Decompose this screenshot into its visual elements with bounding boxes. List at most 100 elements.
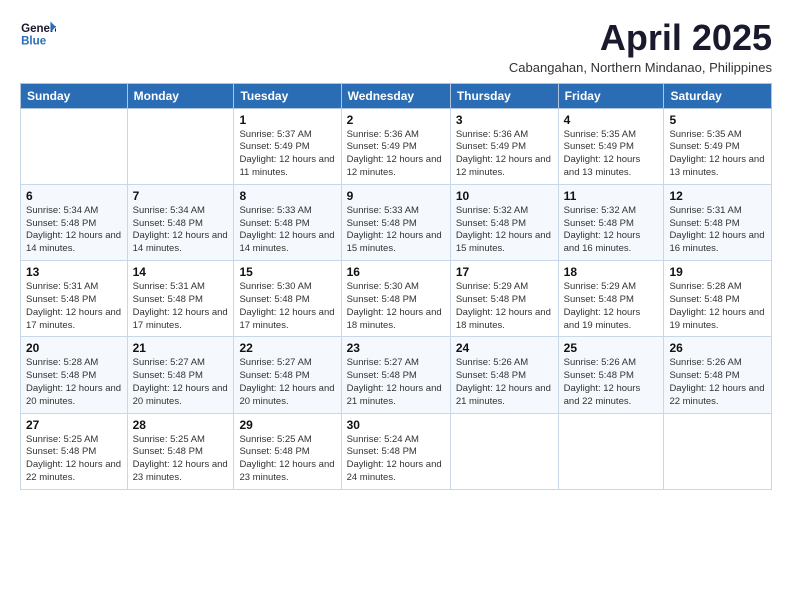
table-row: 25 Sunrise: 5:26 AM Sunset: 5:48 PM Dayli… — [558, 337, 664, 413]
day-number: 10 — [456, 189, 553, 203]
table-row: 8 Sunrise: 5:33 AM Sunset: 5:48 PM Daylig… — [234, 184, 341, 260]
table-row: 23 Sunrise: 5:27 AM Sunset: 5:48 PM Dayli… — [341, 337, 450, 413]
table-row: 30 Sunrise: 5:24 AM Sunset: 5:48 PM Dayli… — [341, 413, 450, 489]
day-number: 24 — [456, 341, 553, 355]
table-row: 16 Sunrise: 5:30 AM Sunset: 5:48 PM Dayli… — [341, 261, 450, 337]
table-row: 4 Sunrise: 5:35 AM Sunset: 5:49 PM Daylig… — [558, 108, 664, 184]
day-number: 8 — [239, 189, 335, 203]
day-info: Sunrise: 5:33 AM Sunset: 5:48 PM Dayligh… — [347, 205, 445, 256]
day-info: Sunrise: 5:27 AM Sunset: 5:48 PM Dayligh… — [239, 357, 335, 408]
day-info: Sunrise: 5:33 AM Sunset: 5:48 PM Dayligh… — [239, 205, 335, 256]
table-row: 29Sunrise: 5:25 AM Sunset: 5:48 PM Dayli… — [234, 413, 341, 489]
day-number: 3 — [456, 113, 553, 127]
day-info: Sunrise: 5:30 AM Sunset: 5:48 PM Dayligh… — [347, 281, 445, 332]
day-number: 19 — [669, 265, 766, 279]
day-number: 29 — [239, 418, 335, 432]
table-row: 7 Sunrise: 5:34 AM Sunset: 5:48 PM Daylig… — [127, 184, 234, 260]
day-number: 16 — [347, 265, 445, 279]
weekday-header-row: Sunday Monday Tuesday Wednesday Thursday… — [21, 83, 772, 108]
calendar-page: General Blue April 2025 Cabangahan, Nort… — [0, 0, 792, 612]
day-info: Sunrise: 5:34 AM Sunset: 5:48 PM Dayligh… — [26, 205, 122, 256]
table-row — [127, 108, 234, 184]
header-tuesday: Tuesday — [234, 83, 341, 108]
day-info: Sunrise: 5:31 AM Sunset: 5:48 PM Dayligh… — [26, 281, 122, 332]
day-info: Sunrise: 5:30 AM Sunset: 5:48 PM Dayligh… — [239, 281, 335, 332]
table-row — [21, 108, 128, 184]
day-info: Sunrise: 5:28 AM Sunset: 5:48 PM Dayligh… — [669, 281, 766, 332]
table-row: 11 Sunrise: 5:32 AM Sunset: 5:48 PM Dayli… — [558, 184, 664, 260]
table-row: 14Sunrise: 5:31 AM Sunset: 5:48 PM Dayli… — [127, 261, 234, 337]
location-title: Cabangahan, Northern Mindanao, Philippin… — [509, 60, 772, 75]
month-title: April 2025 — [509, 18, 772, 58]
calendar-week-row: 6 Sunrise: 5:34 AM Sunset: 5:48 PM Daylig… — [21, 184, 772, 260]
logo: General Blue — [20, 18, 56, 50]
day-info: Sunrise: 5:24 AM Sunset: 5:48 PM Dayligh… — [347, 434, 445, 485]
day-number: 18 — [564, 265, 659, 279]
header-saturday: Saturday — [664, 83, 772, 108]
header-wednesday: Wednesday — [341, 83, 450, 108]
table-row — [664, 413, 772, 489]
day-number: 20 — [26, 341, 122, 355]
day-number: 14 — [133, 265, 229, 279]
table-row: 2 Sunrise: 5:36 AM Sunset: 5:49 PM Daylig… — [341, 108, 450, 184]
table-row: 13 Sunrise: 5:31 AM Sunset: 5:48 PM Dayli… — [21, 261, 128, 337]
day-number: 6 — [26, 189, 122, 203]
day-number: 9 — [347, 189, 445, 203]
table-row: 3Sunrise: 5:36 AM Sunset: 5:49 PM Daylig… — [450, 108, 558, 184]
day-info: Sunrise: 5:36 AM Sunset: 5:49 PM Dayligh… — [347, 129, 445, 180]
table-row: 27 Sunrise: 5:25 AM Sunset: 5:48 PM Dayli… — [21, 413, 128, 489]
calendar-week-row: 20Sunrise: 5:28 AM Sunset: 5:48 PM Dayli… — [21, 337, 772, 413]
table-row: 21 Sunrise: 5:27 AM Sunset: 5:48 PM Dayli… — [127, 337, 234, 413]
day-info: Sunrise: 5:25 AM Sunset: 5:48 PM Dayligh… — [133, 434, 229, 485]
title-block: April 2025 Cabangahan, Northern Mindanao… — [509, 18, 772, 75]
day-info: Sunrise: 5:27 AM Sunset: 5:48 PM Dayligh… — [133, 357, 229, 408]
table-row: 26 Sunrise: 5:26 AM Sunset: 5:48 PM Dayli… — [664, 337, 772, 413]
calendar-table: Sunday Monday Tuesday Wednesday Thursday… — [20, 83, 772, 490]
table-row: 20Sunrise: 5:28 AM Sunset: 5:48 PM Dayli… — [21, 337, 128, 413]
calendar-week-row: 27 Sunrise: 5:25 AM Sunset: 5:48 PM Dayli… — [21, 413, 772, 489]
day-info: Sunrise: 5:37 AM Sunset: 5:49 PM Dayligh… — [239, 129, 335, 180]
header-thursday: Thursday — [450, 83, 558, 108]
day-info: Sunrise: 5:27 AM Sunset: 5:48 PM Dayligh… — [347, 357, 445, 408]
table-row: 18 Sunrise: 5:29 AM Sunset: 5:48 PM Dayli… — [558, 261, 664, 337]
day-number: 2 — [347, 113, 445, 127]
day-number: 13 — [26, 265, 122, 279]
day-info: Sunrise: 5:32 AM Sunset: 5:48 PM Dayligh… — [564, 205, 659, 256]
day-number: 22 — [239, 341, 335, 355]
table-row: 19 Sunrise: 5:28 AM Sunset: 5:48 PM Dayli… — [664, 261, 772, 337]
table-row: 9 Sunrise: 5:33 AM Sunset: 5:48 PM Daylig… — [341, 184, 450, 260]
header-friday: Friday — [558, 83, 664, 108]
day-info: Sunrise: 5:29 AM Sunset: 5:48 PM Dayligh… — [456, 281, 553, 332]
table-row: 24 Sunrise: 5:26 AM Sunset: 5:48 PM Dayli… — [450, 337, 558, 413]
table-row: 5Sunrise: 5:35 AM Sunset: 5:49 PM Daylig… — [664, 108, 772, 184]
day-info: Sunrise: 5:34 AM Sunset: 5:48 PM Dayligh… — [133, 205, 229, 256]
table-row: 15 Sunrise: 5:30 AM Sunset: 5:48 PM Dayli… — [234, 261, 341, 337]
day-info: Sunrise: 5:29 AM Sunset: 5:48 PM Dayligh… — [564, 281, 659, 332]
header-sunday: Sunday — [21, 83, 128, 108]
table-row: 10 Sunrise: 5:32 AM Sunset: 5:48 PM Dayli… — [450, 184, 558, 260]
day-number: 12 — [669, 189, 766, 203]
day-number: 27 — [26, 418, 122, 432]
day-info: Sunrise: 5:26 AM Sunset: 5:48 PM Dayligh… — [669, 357, 766, 408]
table-row: 22 Sunrise: 5:27 AM Sunset: 5:48 PM Dayli… — [234, 337, 341, 413]
day-number: 7 — [133, 189, 229, 203]
day-number: 11 — [564, 189, 659, 203]
day-number: 15 — [239, 265, 335, 279]
logo-icon: General Blue — [20, 18, 56, 50]
day-number: 5 — [669, 113, 766, 127]
day-info: Sunrise: 5:32 AM Sunset: 5:48 PM Dayligh… — [456, 205, 553, 256]
day-number: 21 — [133, 341, 229, 355]
day-number: 4 — [564, 113, 659, 127]
day-number: 28 — [133, 418, 229, 432]
table-row: 17 Sunrise: 5:29 AM Sunset: 5:48 PM Dayli… — [450, 261, 558, 337]
svg-text:Blue: Blue — [21, 36, 47, 48]
day-info: Sunrise: 5:26 AM Sunset: 5:48 PM Dayligh… — [456, 357, 553, 408]
day-number: 26 — [669, 341, 766, 355]
day-info: Sunrise: 5:25 AM Sunset: 5:48 PM Dayligh… — [26, 434, 122, 485]
day-number: 25 — [564, 341, 659, 355]
day-number: 30 — [347, 418, 445, 432]
day-info: Sunrise: 5:35 AM Sunset: 5:49 PM Dayligh… — [564, 129, 659, 180]
day-number: 23 — [347, 341, 445, 355]
day-number: 17 — [456, 265, 553, 279]
day-info: Sunrise: 5:26 AM Sunset: 5:48 PM Dayligh… — [564, 357, 659, 408]
